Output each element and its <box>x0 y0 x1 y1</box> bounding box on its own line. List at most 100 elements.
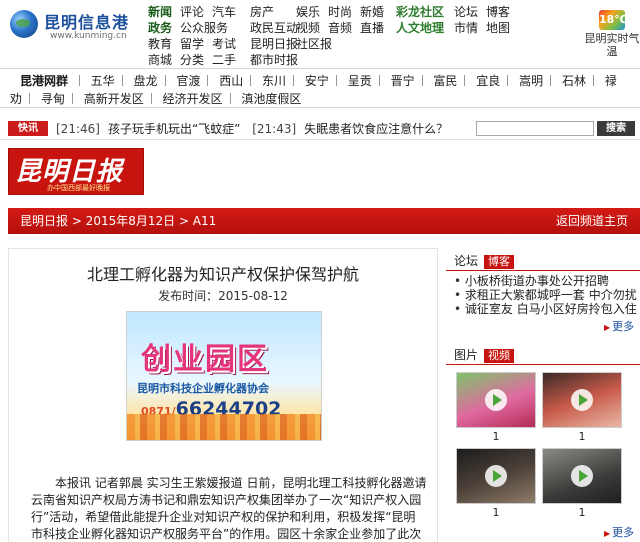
nav-column-10: 博客 地图 <box>486 4 510 36</box>
video-caption: 1 <box>492 506 500 519</box>
logo-name: 昆明信息港 <box>44 13 130 32</box>
tab-video[interactable]: 视频 <box>484 349 515 363</box>
nav-column-4: 房产 政民互动 昆明日报 都市时报 <box>250 4 298 68</box>
weather-widget: 18℃ 昆明实时气温 <box>584 10 640 58</box>
area-link[interactable]: 滇池度假区 <box>241 92 301 106</box>
nav-link-forum[interactable]: 论坛 <box>454 4 478 20</box>
nav-link-fashion[interactable]: 时尚 <box>328 4 352 20</box>
area-separator <box>29 93 31 104</box>
area-link[interactable]: 安宁 <box>305 74 329 88</box>
poster-skyline <box>127 414 321 440</box>
video-caption: 1 <box>578 506 586 519</box>
nav-column-8: 彩龙社区 人文地理 <box>396 4 444 36</box>
newspaper-masthead[interactable]: 昆明日报 办中国西部最好晚报 <box>8 148 144 195</box>
nav-link-interaction[interactable]: 政民互动 <box>250 20 298 36</box>
area-link[interactable]: 禄 <box>605 74 617 88</box>
nav-link-community-paper[interactable]: 社区报 <box>296 36 332 52</box>
area-separator <box>71 93 73 104</box>
video-thumbnail[interactable] <box>456 372 536 428</box>
area-separator <box>78 75 80 86</box>
nav-link-mall[interactable]: 商城 <box>148 52 172 68</box>
nav-link-live[interactable]: 直播 <box>360 20 384 36</box>
nav-link-map[interactable]: 地图 <box>486 20 510 36</box>
play-icon <box>571 389 593 411</box>
area-separator <box>229 93 231 104</box>
forum-item[interactable]: 求租正大紫都城呼一套 中介勿扰 <box>454 288 640 302</box>
nav-link-metro-times[interactable]: 都市时报 <box>250 52 298 68</box>
area-link[interactable]: 呈贡 <box>348 74 372 88</box>
nav-link-news[interactable]: 新闻 <box>148 4 172 20</box>
nav-link-education[interactable]: 教育 <box>148 36 172 52</box>
play-icon <box>485 389 507 411</box>
nav-link-wedding[interactable]: 新婚 <box>360 4 384 20</box>
article-body: 本报讯 记者郭晨 实习生王紫媛报道 日前，昆明北理工科技孵化器邀请云南省知识产权… <box>31 476 427 541</box>
area-link[interactable]: 嵩明 <box>519 74 543 88</box>
ticker-items: [21:46] 孩子玩手机玩出“飞蚊症” [21:43] 失眠患者饮食应注意什么？ <box>56 120 456 137</box>
nav-column-3: 汽车 考试 二手 <box>212 4 236 68</box>
forum-header: 论坛 博客 <box>454 252 515 269</box>
area-link[interactable]: 劝 <box>10 92 22 106</box>
back-to-channel-link[interactable]: 返回频道主页 <box>556 208 628 234</box>
area-link[interactable]: 经济开发区 <box>163 92 223 106</box>
breadcrumb[interactable]: 昆明日报 > 2015年8月12日 > A11 <box>20 208 216 234</box>
area-link[interactable]: 富民 <box>433 74 457 88</box>
right-sidebar: 论坛博客 小板桥街道办事处公开招聘 求租正大紫都城呼一套 中介勿扰 诚征室友 白… <box>446 248 640 542</box>
video-more-link[interactable]: 更多 <box>604 524 634 540</box>
article-image: 创业园区 昆明市科技企业孵化器协会 0871/66244702 <box>126 311 322 441</box>
nav-link-government[interactable]: 政务 <box>148 20 172 36</box>
area-separator <box>550 75 552 86</box>
search-input[interactable] <box>476 121 594 136</box>
area-link[interactable]: 宜良 <box>476 74 500 88</box>
tab-blog[interactable]: 博客 <box>484 255 515 269</box>
nav-spacer <box>212 20 236 36</box>
play-icon <box>571 465 593 487</box>
nav-link-city-info[interactable]: 市情 <box>454 20 478 36</box>
tab-forum[interactable]: 论坛 <box>454 254 478 268</box>
nav-link-blog[interactable]: 博客 <box>486 4 510 20</box>
nav-link-cailong-community[interactable]: 彩龙社区 <box>396 4 444 20</box>
nav-link-entertainment[interactable]: 娱乐 <box>296 4 332 20</box>
area-link[interactable]: 西山 <box>219 74 243 88</box>
area-line-1: 昆港网群 五华 盘龙 官渡 西山 东川 安宁 呈贡 晋宁 富民 宜良 嵩明 石林… <box>0 72 617 90</box>
tab-pictures[interactable]: 图片 <box>454 348 478 362</box>
area-link[interactable]: 官渡 <box>176 74 200 88</box>
nav-link-video[interactable]: 视频 <box>296 20 332 36</box>
nav-link-property[interactable]: 房产 <box>250 4 298 20</box>
video-thumbnail[interactable] <box>542 448 622 504</box>
poster-title: 创业园区 <box>141 342 269 377</box>
logo-url: www.kunming.cn <box>50 31 127 41</box>
nav-column-9: 论坛 市情 <box>454 4 478 36</box>
globe-icon <box>10 10 38 38</box>
nav-link-kunming-daily[interactable]: 昆明日报 <box>250 36 298 52</box>
area-separator <box>293 75 295 86</box>
video-thumbnail[interactable] <box>542 372 622 428</box>
area-brand[interactable]: 昆港网群 <box>0 74 68 88</box>
article-date: 发布时间：2015-08-12 <box>158 289 288 303</box>
nav-link-culture-geography[interactable]: 人文地理 <box>396 20 444 36</box>
area-link[interactable]: 寻甸 <box>41 92 65 106</box>
site-logo[interactable]: 昆明信息港 www.kunming.cn <box>6 6 141 46</box>
area-link[interactable]: 盘龙 <box>134 74 158 88</box>
area-link[interactable]: 高新开发区 <box>84 92 144 106</box>
forum-item[interactable]: 小板桥街道办事处公开招聘 <box>454 274 640 288</box>
ticker-headline[interactable]: 失眠患者饮食应注意什么？ <box>304 122 448 136</box>
nav-column-6: 时尚 音频 <box>328 4 352 36</box>
area-separator <box>150 93 152 104</box>
article-panel: 北理工孵化器为知识产权保护保驾护航 发布时间：2015-08-12 创业园区 昆… <box>8 248 438 542</box>
video-thumbnail[interactable] <box>456 448 536 504</box>
area-link[interactable]: 晋宁 <box>391 74 415 88</box>
forum-item[interactable]: 诚征室友 白马小区好房拎包入住 <box>454 302 640 316</box>
video-caption: 1 <box>492 430 500 443</box>
area-link[interactable]: 石林 <box>562 74 586 88</box>
area-link[interactable]: 五华 <box>91 74 115 88</box>
ticker-headline[interactable]: 孩子玩手机玩出“飞蚊症” <box>108 122 240 136</box>
video-caption: 1 <box>578 430 586 443</box>
forum-more-link[interactable]: 更多 <box>604 318 634 334</box>
nav-link-audio[interactable]: 音频 <box>328 20 352 36</box>
nav-link-second-hand[interactable]: 二手 <box>212 52 236 68</box>
search-button[interactable]: 搜索 <box>597 121 635 136</box>
nav-link-exam[interactable]: 考试 <box>212 36 236 52</box>
area-link[interactable]: 东川 <box>262 74 286 88</box>
nav-link-auto[interactable]: 汽车 <box>212 4 236 20</box>
ticker-tag: 快讯 <box>8 121 48 136</box>
